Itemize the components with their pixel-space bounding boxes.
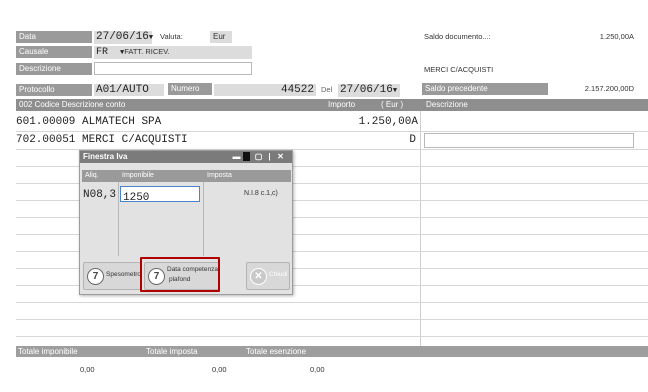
totals-header: Totale imponibile Totale imposta Totale … <box>16 346 648 357</box>
valuta-label: Valuta: <box>160 32 183 41</box>
dialog-column-divider <box>118 182 119 256</box>
close-icon[interactable]: ✕ <box>276 152 285 161</box>
window-icon[interactable] <box>243 152 250 161</box>
causale-label: Causale <box>16 46 92 58</box>
causale-description: FATT. RICEV. <box>124 47 170 56</box>
minimize-icon[interactable]: ▬ <box>232 152 241 161</box>
col-imposta-header: Imposta <box>204 170 291 182</box>
col-code-header: 002 Codice Descrizione conto <box>19 100 126 109</box>
grid-line <box>16 131 648 132</box>
col-importo-header: Importo <box>328 100 356 109</box>
account-name: MERCI C/ACQUISTI <box>424 65 494 74</box>
saldo-documento-value: 1.250,00A <box>599 32 634 41</box>
chiudi-label: Chiudi <box>269 271 288 278</box>
imponibile-input[interactable]: 1250 <box>120 186 200 204</box>
imponibile-value: 1250 <box>123 192 150 204</box>
chevron-down-icon[interactable]: ▼ <box>393 87 397 95</box>
totale-imponibile-label: Totale imponibile <box>18 347 78 356</box>
causale-field[interactable]: FR ▼FATT. RICEV. <box>94 46 252 59</box>
saldo-documento-label: Saldo documento...: <box>424 32 491 41</box>
valuta-value: Eur <box>210 31 232 43</box>
chevron-down-icon[interactable]: ▼ <box>149 34 153 42</box>
row-amount: 1.250,00A <box>358 116 418 128</box>
descrizione-label: Descrizione <box>16 63 92 75</box>
col-currency-header: ( Eur ) <box>381 100 404 109</box>
col-aliq-header: Aliq. <box>82 170 121 182</box>
row-code: 601.00009 <box>16 116 76 128</box>
del-field[interactable]: 27/06/16▼ <box>338 84 400 97</box>
chiudi-button[interactable]: ✕ Chiudi <box>246 262 290 290</box>
row-name: ALMATECH SPA <box>82 116 162 128</box>
descrizione-input[interactable] <box>94 62 252 75</box>
help-icon[interactable]: | <box>265 152 274 161</box>
saldo-precedente-label: Saldo precedente <box>422 83 548 95</box>
totale-esenzione-value: 0,00 <box>310 365 325 374</box>
table-row[interactable]: 601.00009 ALMATECH SPA 1.250,00A <box>16 115 420 129</box>
causale-code: FR <box>96 47 109 58</box>
totale-imposta-value: 0,00 <box>212 365 227 374</box>
totale-imposta-label: Totale imposta <box>146 347 198 356</box>
row-amount: D <box>409 134 416 146</box>
dialog-column-divider <box>203 182 204 256</box>
data-field[interactable]: 27/06/16▼ <box>94 31 153 44</box>
data-label: Data <box>16 31 92 43</box>
numero-field[interactable]: 44522 <box>214 84 316 96</box>
grid-column-divider <box>420 111 421 346</box>
imposta-value: N.I.8 c.1,c) <box>244 190 278 197</box>
data-value: 27/06/16 <box>96 31 149 43</box>
spesometro-label: Spesometro <box>106 271 142 278</box>
saldo-precedente-value: 2.157.200,00D <box>584 84 634 93</box>
grid-line <box>16 302 648 303</box>
spesometro-button[interactable]: 7 Spesometro <box>83 262 141 290</box>
row-code: 702.00051 <box>16 134 76 146</box>
totale-imponibile-value: 0,00 <box>80 365 95 374</box>
spesometro-key-icon: 7 <box>87 268 104 285</box>
numero-label: Numero <box>168 83 212 95</box>
row-name: MERCI C/ACQUISTI <box>82 134 188 146</box>
restore-icon[interactable]: ▢ <box>254 152 263 161</box>
col-descrizione-header: Descrizione <box>426 100 468 109</box>
protocollo-label: Protocollo <box>16 84 92 96</box>
totale-esenzione-label: Totale esenzione <box>246 347 307 356</box>
grid-line <box>16 336 648 337</box>
dialog-title-bar[interactable]: Finestra Iva ▬ ▢ | ✕ <box>80 151 292 163</box>
table-row[interactable]: 702.00051 MERCI C/ACQUISTI D <box>16 133 420 147</box>
highlight-box <box>140 257 220 292</box>
protocollo-field[interactable]: A01/AUTO <box>94 84 164 96</box>
row-description-input[interactable] <box>424 133 634 148</box>
tools-icon: ✕ <box>250 268 267 285</box>
col-imponibile-header: Imponibile <box>119 170 206 182</box>
dialog-title: Finestra Iva <box>83 152 128 161</box>
del-value: 27/06/16 <box>340 84 393 96</box>
del-label: Del <box>321 85 333 94</box>
grid-header: 002 Codice Descrizione conto Importo ( E… <box>16 99 648 111</box>
grid-line <box>16 319 648 320</box>
iva-aliq-value[interactable]: N08,3 <box>83 188 116 202</box>
